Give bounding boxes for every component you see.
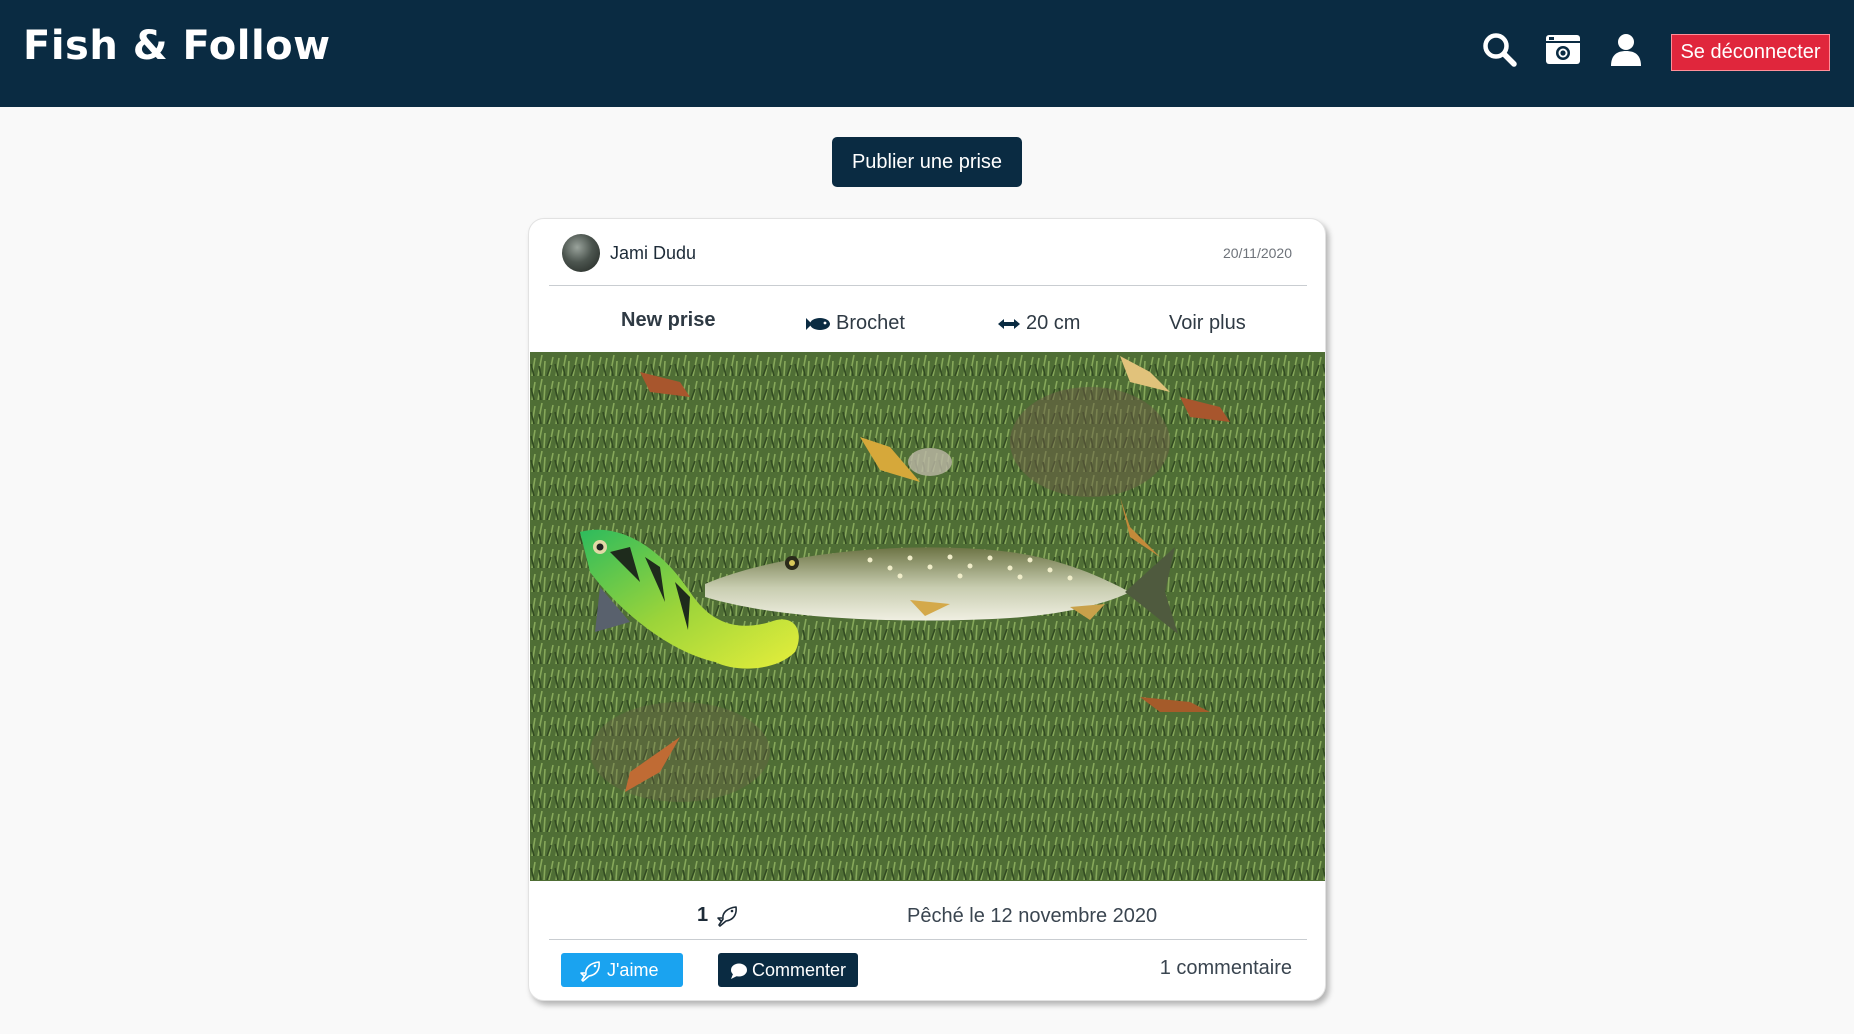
publish-catch-button[interactable]: Publier une prise <box>832 137 1022 187</box>
catch-photo[interactable] <box>530 352 1326 881</box>
search-icon[interactable] <box>1480 30 1520 70</box>
navbar: Fish & Follow Se déconnecter <box>0 0 1854 107</box>
see-more-link[interactable]: Voir plus <box>1169 312 1246 335</box>
avatar[interactable] <box>562 234 600 272</box>
comment-button[interactable]: Commenter <box>718 953 858 987</box>
like-label: J'aime <box>607 960 659 980</box>
footer-divider <box>549 939 1307 940</box>
post-author[interactable]: Jami Dudu <box>610 243 696 264</box>
comment-label: Commenter <box>752 960 847 980</box>
size-label: 20 cm <box>1026 312 1081 334</box>
comments-count-link[interactable]: 1 commentaire <box>1160 957 1292 980</box>
brand-logo[interactable]: Fish & Follow <box>23 23 331 69</box>
caught-date: Pêché le 12 novembre 2020 <box>907 905 1158 927</box>
logout-button[interactable]: Se déconnecter <box>1671 34 1830 71</box>
species-info: Brochet <box>806 312 905 335</box>
speech-bubble-icon <box>731 963 747 980</box>
species-label: Brochet <box>836 312 905 334</box>
user-icon[interactable] <box>1606 30 1646 70</box>
post-card: Jami Dudu 20/11/2020 New prise Brochet 2… <box>528 218 1326 1001</box>
post-date: 20/11/2020 <box>1222 245 1292 261</box>
fish-like-icon <box>580 961 600 983</box>
camera-icon[interactable] <box>1543 30 1583 70</box>
post-title: New prise <box>621 309 716 331</box>
fish-like-icon <box>716 905 737 927</box>
likes-count-value: 1 <box>697 904 709 926</box>
like-button[interactable]: J'aime <box>561 953 683 987</box>
likes-count: 1 <box>697 904 746 927</box>
size-info: 20 cm <box>998 312 1080 335</box>
arrows-horizontal-icon <box>998 318 1020 329</box>
fish-icon <box>806 317 830 330</box>
header-divider <box>549 285 1307 286</box>
